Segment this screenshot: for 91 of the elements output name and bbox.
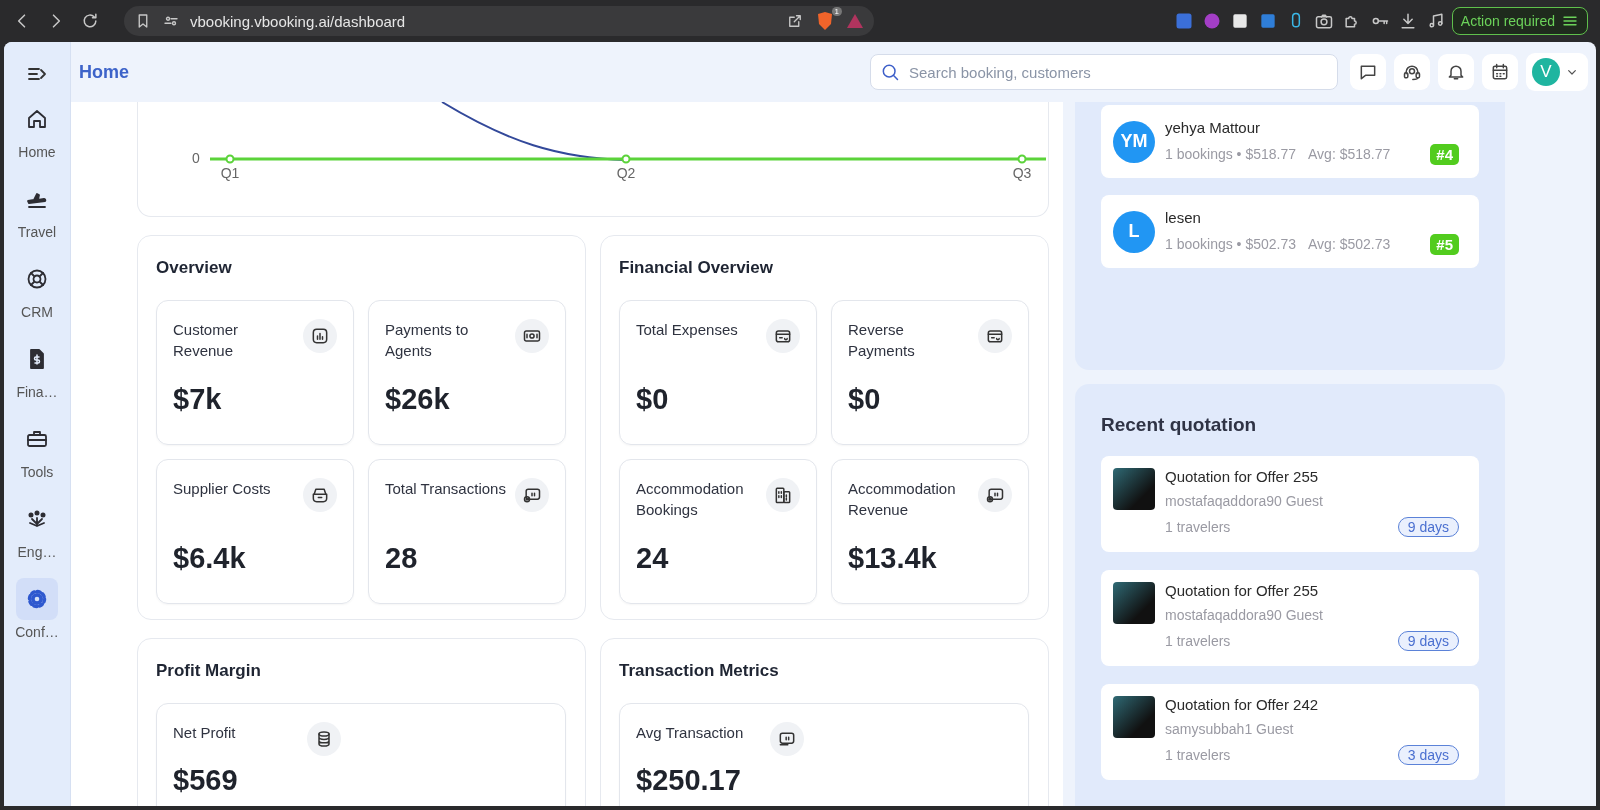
calendar-icon — [1490, 62, 1510, 82]
stat-label: Accommodation Revenue — [848, 479, 957, 520]
card-check-icon — [522, 485, 542, 505]
calendar-button[interactable] — [1482, 54, 1518, 90]
card-icon — [777, 729, 797, 749]
basket-icon — [310, 485, 330, 505]
messages-button[interactable] — [1350, 54, 1386, 90]
photo-placeholder — [1113, 696, 1155, 738]
stat-value: $7k — [173, 383, 223, 416]
stat-value: $250.17 — [636, 764, 742, 797]
quotation-card[interactable]: Quotation for Offer 255 mostafaqaddora90 Guest 1 travelers 9 days — [1101, 570, 1479, 666]
customer-stats: 1 bookings • $518.77 — [1165, 146, 1296, 162]
card-plus-icon — [985, 485, 1005, 505]
camera-icon[interactable] — [1313, 11, 1334, 31]
quotation-card[interactable]: Quotation for Offer 255 mostafaqaddora90 Guest 1 travelers 9 days — [1101, 456, 1479, 552]
url-text: vbooking.vbooking.ai/dashboard — [190, 12, 407, 30]
sidebar-item[interactable]: Fina… — [4, 338, 70, 400]
sidebar-item[interactable]: Travel — [4, 178, 70, 240]
search-icon — [880, 62, 900, 82]
stat-label: Total Expenses — [636, 320, 739, 340]
guest-name: mostafaqaddora90 Guest — [1165, 493, 1324, 509]
rank-badge: #5 — [1430, 233, 1459, 255]
stat-label: Avg Transaction — [636, 723, 745, 743]
customer-card[interactable]: YM yehya Mattour 1 bookings • $518.77 Avg: $518.77 #4 — [1101, 105, 1479, 178]
stat-label: Accommodation Bookings — [636, 479, 745, 520]
guest-name: samysubbah1 Guest — [1165, 721, 1295, 737]
home-icon — [25, 107, 49, 131]
stat-value: $569 — [173, 764, 239, 797]
stat-value: $6.4k — [173, 542, 247, 575]
support-button[interactable] — [1394, 54, 1430, 90]
stat-value: $13.4k — [848, 542, 938, 575]
avatar: L — [1113, 210, 1155, 253]
rank-badge: #4 — [1430, 143, 1459, 165]
traveler-count: 1 travelers — [1165, 633, 1231, 649]
section-title: Financial Overview — [619, 258, 774, 278]
quotation-card[interactable]: Quotation for Offer 242 samysubbah1 Guest 1 travelers 3 days — [1101, 684, 1479, 780]
traveler-count: 1 travelers — [1165, 519, 1231, 535]
stat-label: Reverse Payments — [848, 320, 916, 361]
stat-label: Net Profit — [173, 723, 237, 743]
stat-label: Payments to Agents — [385, 320, 470, 361]
section-title: Overview — [156, 258, 233, 278]
axis-tick-label: Q1 — [220, 165, 240, 181]
customer-card[interactable]: L lesen 1 bookings • $502.73 Avg: $502.73 #5 — [1101, 195, 1479, 268]
stat-label: Supplier Costs — [173, 479, 272, 499]
stat-value: $0 — [636, 383, 670, 416]
notifications-button[interactable] — [1438, 54, 1474, 90]
average-amount: Avg: $518.77 — [1308, 146, 1391, 162]
stat-value: 24 — [636, 542, 670, 575]
page-title: Home — [79, 61, 129, 83]
panel-title: Recent quotation — [1101, 414, 1258, 436]
section-title: Profit Margin — [156, 661, 262, 681]
customer-name: lesen — [1165, 208, 1202, 226]
age-badge: 9 days — [1397, 631, 1459, 651]
sidebar-item[interactable]: CRM — [4, 258, 70, 320]
bar-chart-icon — [310, 326, 330, 346]
quotation-title: Quotation for Offer 242 — [1165, 696, 1320, 713]
stat-value: $0 — [848, 383, 882, 416]
sidebar-item[interactable]: Home — [4, 98, 70, 160]
search-field[interactable]: Search booking, customers — [870, 54, 1338, 90]
share-icon — [786, 12, 804, 30]
traveler-count: 1 travelers — [1165, 747, 1231, 763]
action-required-button[interactable]: Action required — [1451, 7, 1588, 35]
average-amount: Avg: $502.73 — [1308, 236, 1391, 252]
building-icon — [773, 485, 793, 505]
photo-placeholder — [1113, 468, 1155, 510]
photo-placeholder — [1113, 582, 1155, 624]
sidebar-item[interactable]: Conf… — [4, 578, 70, 640]
stat-value: 28 — [385, 542, 419, 575]
sidebar-item[interactable]: Eng… — [4, 498, 70, 560]
quotation-title: Quotation for Offer 255 — [1165, 582, 1320, 599]
stat-label: Total Transactions — [385, 479, 507, 499]
address-bar[interactable]: vbooking.vbooking.ai/dashboard 1 — [124, 6, 874, 36]
sidebar-item[interactable]: Tools — [4, 418, 70, 480]
shield-icon[interactable] — [816, 11, 834, 31]
avatar: YM — [1113, 120, 1155, 163]
customer-name: yehya Mattour — [1165, 118, 1262, 136]
age-badge: 3 days — [1397, 745, 1459, 765]
lifebuoy-icon — [25, 267, 49, 291]
section-title: Transaction Metrics — [619, 661, 780, 681]
quotation-title: Quotation for Offer 255 — [1165, 468, 1320, 485]
axis-tick-label: Q3 — [1012, 165, 1032, 181]
axis-tick-label: Q2 — [616, 165, 636, 181]
guest-name: mostafaqaddora90 Guest — [1165, 607, 1324, 623]
axis-tick-label: 0 — [192, 150, 200, 166]
age-badge: 9 days — [1397, 517, 1459, 537]
chat-icon — [1358, 62, 1378, 82]
stat-value: $26k — [385, 383, 451, 416]
customer-stats: 1 bookings • $502.73 — [1165, 236, 1296, 252]
notification-count: 1 — [831, 7, 842, 16]
stat-label: Customer Revenue — [173, 320, 240, 361]
avatar: V — [1532, 58, 1560, 86]
